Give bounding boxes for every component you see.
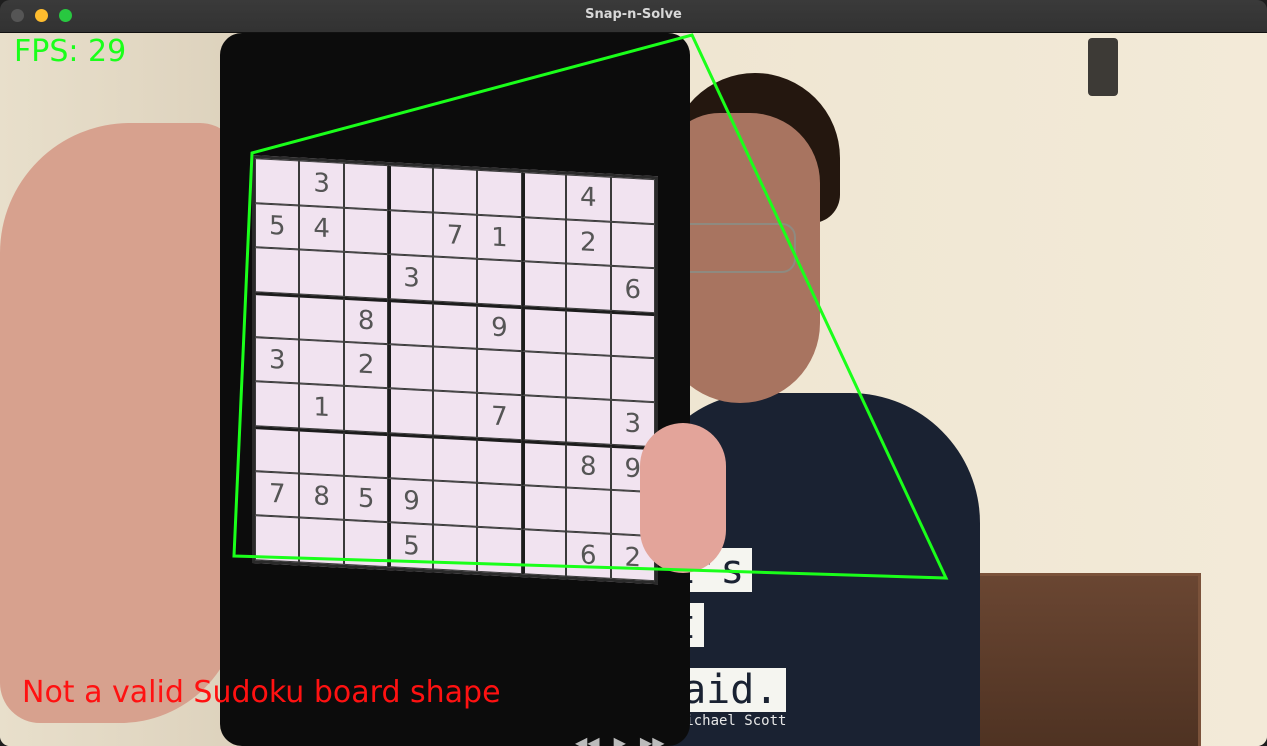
title-bar[interactable]: Snap-n-Solve (0, 0, 1267, 33)
play-icon[interactable]: ▶ (614, 733, 626, 746)
window-title: Snap-n-Solve (585, 7, 682, 22)
camera-feed: at's at said. - Michael Scott 3454712368… (0, 33, 1267, 746)
status-message: Not a valid Sudoku board shape (22, 675, 501, 710)
rewind-icon[interactable]: ◀◀ (575, 733, 600, 746)
fast-forward-icon[interactable]: ▶▶ (640, 733, 665, 746)
detected-contour-outline (232, 33, 949, 580)
contour-overlay (232, 33, 949, 580)
playback-controls: ◀◀ ▶ ▶▶ (575, 733, 695, 746)
app-window: Snap-n-Solve at's at said. - Michael Sco… (0, 0, 1267, 746)
fps-counter: FPS: 29 (14, 34, 127, 69)
